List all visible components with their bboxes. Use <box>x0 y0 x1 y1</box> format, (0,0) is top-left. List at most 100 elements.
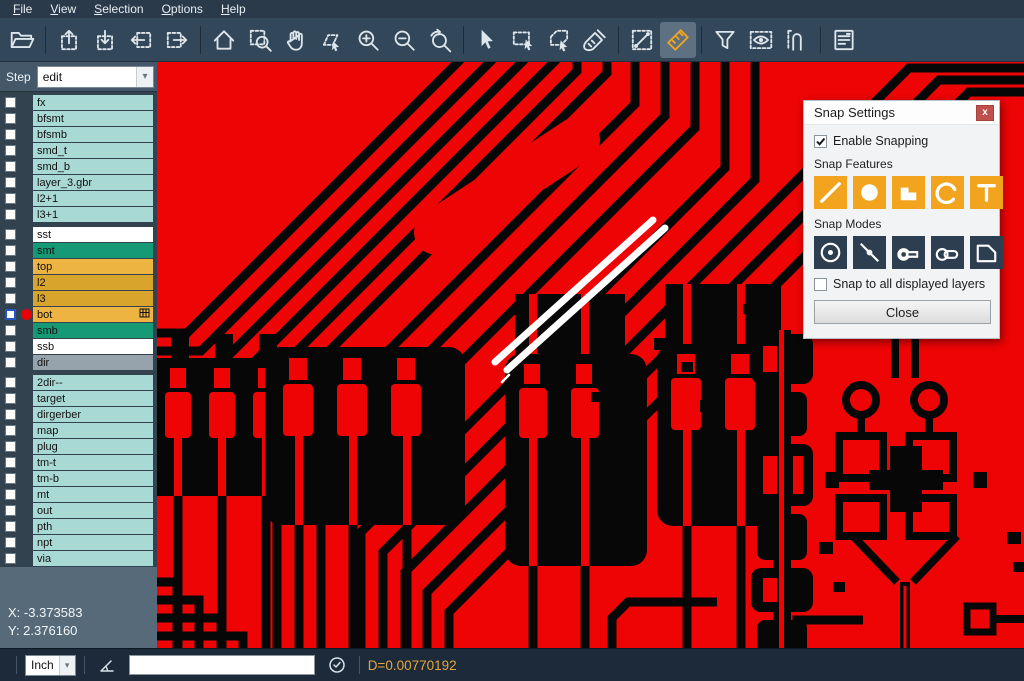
layer-label[interactable]: tm-b <box>33 471 153 486</box>
layer-label[interactable]: smb <box>33 323 153 338</box>
layer-row-out[interactable]: out <box>0 503 157 518</box>
layer-label[interactable]: l2 <box>33 275 153 290</box>
layer-label[interactable]: l3 <box>33 291 153 306</box>
layer-label[interactable]: smd_t <box>33 143 153 158</box>
snap-mode-center-button[interactable] <box>814 236 847 269</box>
layer-row-tm-b[interactable]: tm-b <box>0 471 157 486</box>
layer-row-dirgerber[interactable]: dirgerber <box>0 407 157 422</box>
snap-all-layers-row[interactable]: Snap to all displayed layers <box>814 277 989 291</box>
layer-label[interactable]: dir <box>33 355 153 370</box>
layer-row-map[interactable]: map <box>0 423 157 438</box>
layer-label[interactable]: dirgerber <box>33 407 153 422</box>
snap-magnet-button[interactable] <box>779 22 815 58</box>
zoom-area-button[interactable] <box>242 22 278 58</box>
enable-snapping-checkbox[interactable] <box>814 135 827 148</box>
select-arrow-button[interactable] <box>469 22 505 58</box>
layer-checkbox[interactable] <box>5 553 16 564</box>
step-select[interactable]: edit ▾ <box>37 66 154 88</box>
layer-row-bot[interactable]: bot <box>0 307 157 322</box>
layer-row-layer_3.gbr[interactable]: layer_3.gbr <box>0 175 157 190</box>
enable-snapping-row[interactable]: Enable Snapping <box>814 134 989 148</box>
layer-row-via[interactable]: via <box>0 551 157 566</box>
layer-checkbox[interactable] <box>5 537 16 548</box>
menu-file[interactable]: File <box>4 0 41 18</box>
nudge-up-button[interactable] <box>51 22 87 58</box>
layer-label[interactable]: out <box>33 503 153 518</box>
layer-checkbox[interactable] <box>5 409 16 420</box>
layer-label[interactable]: bfsmt <box>33 111 153 126</box>
select-rect-button[interactable] <box>505 22 541 58</box>
layer-label[interactable]: l2+1 <box>33 191 153 206</box>
unit-select[interactable]: Inch ▾ <box>25 655 76 676</box>
layer-row-target[interactable]: target <box>0 391 157 406</box>
layer-checkbox[interactable] <box>5 341 16 352</box>
layer-label[interactable]: top <box>33 259 153 274</box>
layer-label[interactable]: mt <box>33 487 153 502</box>
layer-row-fx[interactable]: fx <box>0 95 157 110</box>
layer-checkbox[interactable] <box>5 505 16 516</box>
layer-checkbox[interactable] <box>5 245 16 256</box>
close-button[interactable]: Close <box>814 300 991 324</box>
layer-label[interactable]: layer_3.gbr <box>33 175 153 190</box>
layer-checkbox[interactable] <box>5 129 16 140</box>
snap-mode-midpoint-button[interactable] <box>853 236 886 269</box>
layer-row-sst[interactable]: sst <box>0 227 157 242</box>
layer-row-dir[interactable]: dir <box>0 355 157 370</box>
layer-row-plug[interactable]: plug <box>0 439 157 454</box>
ruler-button[interactable] <box>660 22 696 58</box>
open-folder-button[interactable] <box>4 22 40 58</box>
layer-label[interactable]: 2dir-- <box>33 375 153 390</box>
menu-selection[interactable]: Selection <box>85 0 152 18</box>
clean-brush-button[interactable] <box>577 22 613 58</box>
nudge-left-button[interactable] <box>123 22 159 58</box>
layer-checkbox[interactable] <box>5 293 16 304</box>
layer-row-npt[interactable]: npt <box>0 535 157 550</box>
layer-checkbox[interactable] <box>5 441 16 452</box>
layer-checkbox[interactable] <box>5 209 16 220</box>
grid-icon[interactable] <box>139 308 150 321</box>
layer-label[interactable]: sst <box>33 227 153 242</box>
pan-hand-button[interactable] <box>278 22 314 58</box>
menu-help[interactable]: Help <box>212 0 255 18</box>
layer-checkbox[interactable] <box>5 261 16 272</box>
snap-feature-line-button[interactable] <box>814 176 847 209</box>
zoom-in-button[interactable] <box>350 22 386 58</box>
layer-row-l2[interactable]: l2 <box>0 275 157 290</box>
zoom-out-button[interactable] <box>386 22 422 58</box>
report-form-button[interactable] <box>826 22 862 58</box>
layer-checkbox[interactable] <box>5 521 16 532</box>
layer-row-pth[interactable]: pth <box>0 519 157 534</box>
layer-label[interactable]: via <box>33 551 153 566</box>
view-eye-button[interactable] <box>743 22 779 58</box>
layer-checkbox[interactable] <box>5 357 16 368</box>
layer-label[interactable]: bot <box>33 307 153 322</box>
layer-checkbox[interactable] <box>5 277 16 288</box>
layer-label[interactable]: l3+1 <box>33 207 153 222</box>
layer-row-l3[interactable]: l3 <box>0 291 157 306</box>
nudge-right-button[interactable] <box>159 22 195 58</box>
snap-mode-slot-outline-button[interactable] <box>931 236 964 269</box>
layer-checkbox[interactable] <box>5 393 16 404</box>
home-button[interactable] <box>206 22 242 58</box>
layer-label[interactable]: ssb <box>33 339 153 354</box>
layer-checkbox[interactable] <box>5 177 16 188</box>
snap-feature-circle-button[interactable] <box>853 176 886 209</box>
snap-mode-profile-button[interactable] <box>970 236 1003 269</box>
layer-checkbox[interactable] <box>5 377 16 388</box>
layer-row-bfsmt[interactable]: bfsmt <box>0 111 157 126</box>
layer-checkbox[interactable] <box>5 489 16 500</box>
layer-row-l3+1[interactable]: l3+1 <box>0 207 157 222</box>
select-polygon-button[interactable] <box>541 22 577 58</box>
layer-checkbox[interactable] <box>5 97 16 108</box>
layer-checkbox[interactable] <box>5 325 16 336</box>
filter-funnel-button[interactable] <box>707 22 743 58</box>
layer-label[interactable]: target <box>33 391 153 406</box>
menu-view[interactable]: View <box>41 0 85 18</box>
menu-options[interactable]: Options <box>153 0 212 18</box>
layer-row-smt[interactable]: smt <box>0 243 157 258</box>
apply-check-icon[interactable] <box>327 655 347 675</box>
layer-row-bfsmb[interactable]: bfsmb <box>0 127 157 142</box>
layer-row-l2+1[interactable]: l2+1 <box>0 191 157 206</box>
snap-mode-slot-filled-button[interactable] <box>892 236 925 269</box>
layer-label[interactable]: fx <box>33 95 153 110</box>
